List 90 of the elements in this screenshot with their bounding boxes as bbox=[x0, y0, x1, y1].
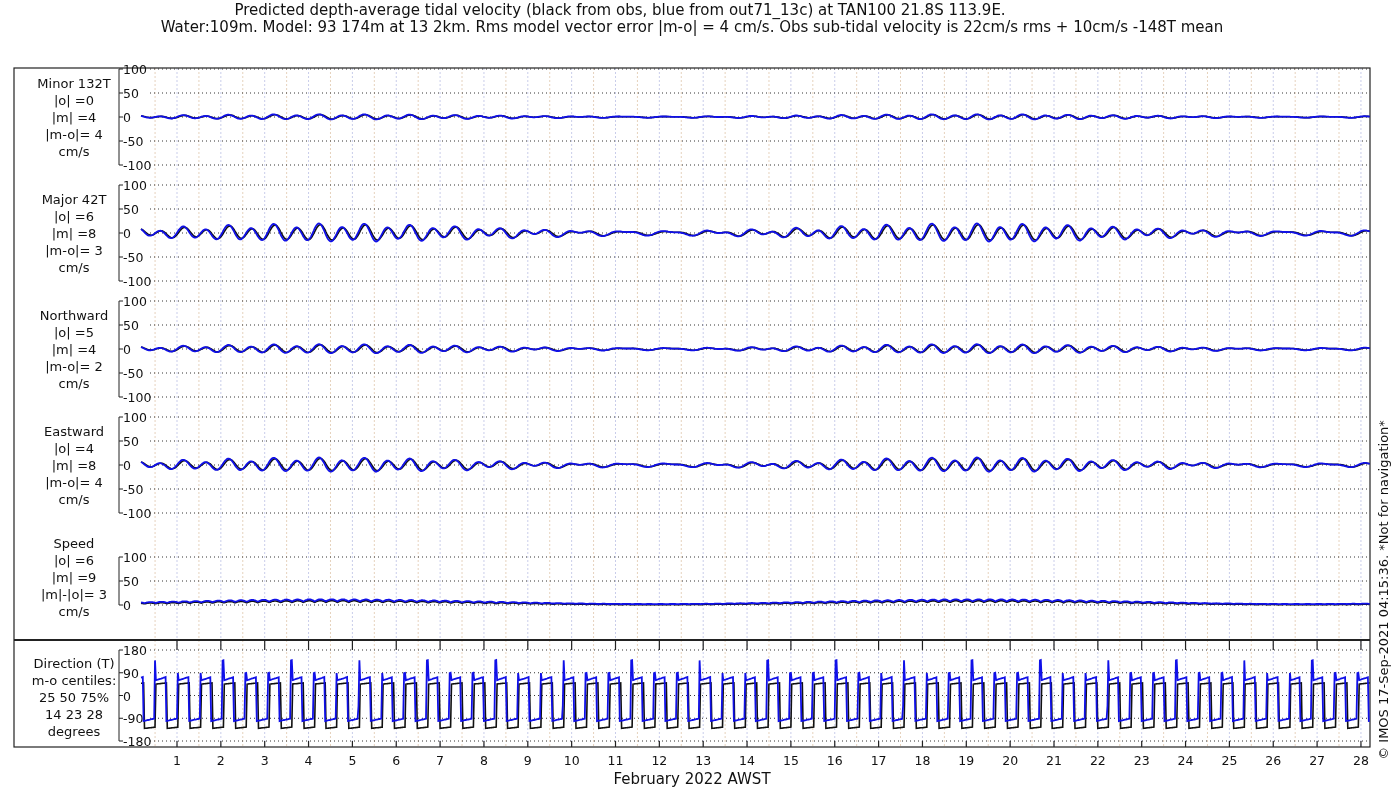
axis-tick-label: 8 bbox=[479, 753, 488, 768]
panel-label: cm/s bbox=[58, 604, 90, 619]
axis-tick-label: 4 bbox=[304, 753, 313, 768]
axis-tick-label: 100 bbox=[123, 294, 147, 309]
panel-label: |m| =4 bbox=[51, 110, 97, 125]
panel-label: |m| =8 bbox=[51, 458, 97, 473]
panel-label: |m-o|= 4 bbox=[45, 475, 103, 490]
panel-label: |m-o|= 2 bbox=[45, 359, 103, 374]
panel-label: |o| =0 bbox=[54, 93, 94, 108]
axis-tick-label: 25 bbox=[1221, 753, 1238, 768]
axis-tick-label: 27 bbox=[1309, 753, 1326, 768]
panel-label: Direction (T) bbox=[33, 656, 115, 671]
axis-tick-label: -180 bbox=[123, 734, 152, 749]
axis-tick-label: -50 bbox=[123, 134, 144, 149]
axis-tick-label: 14 bbox=[739, 753, 755, 768]
axis-tick-label: 19 bbox=[958, 753, 975, 768]
axis-tick-label: 6 bbox=[392, 753, 401, 768]
panel-label: |m-o|= 4 bbox=[45, 127, 103, 142]
axis-tick-label: 15 bbox=[782, 753, 799, 768]
axis-tick-label: -100 bbox=[123, 158, 152, 173]
axis-tick-label: 0 bbox=[123, 688, 131, 704]
axis-tick-label: 100 bbox=[123, 178, 147, 193]
axis-tick-label: 50 bbox=[123, 574, 139, 589]
panel-label: |m| =9 bbox=[51, 570, 97, 585]
panel-label: |o| =4 bbox=[54, 441, 94, 456]
axis-tick-label: 0 bbox=[123, 342, 131, 357]
axis-tick-label: 180 bbox=[123, 643, 147, 658]
axis-tick-label: 9 bbox=[523, 753, 532, 768]
panel-label: 25 50 75% bbox=[38, 690, 110, 705]
panel-label: cm/s bbox=[58, 492, 90, 507]
panel-label: cm/s bbox=[58, 376, 90, 391]
axis-tick-label: 0 bbox=[123, 598, 131, 613]
chart-title: Predicted depth-average tidal velocity (black from obs, blue from out71_13c) at TAN100 21.8S 113.9E. bbox=[234, 1, 1006, 19]
axis-tick-label: 5 bbox=[348, 753, 357, 768]
axis-tick-label: -100 bbox=[123, 506, 152, 521]
panel-label: |m| =8 bbox=[51, 226, 97, 241]
axis-tick-label: 22 bbox=[1089, 753, 1106, 768]
axis-tick-label: 50 bbox=[123, 86, 139, 101]
axis-tick-label: 100 bbox=[123, 550, 147, 565]
axis-tick-label: 20 bbox=[1002, 753, 1019, 768]
axis-tick-label: 28 bbox=[1353, 753, 1369, 768]
panel-label: Eastward bbox=[44, 424, 104, 439]
chart-subtitle: Water:109m. Model: 93 174m at 13 2km. Rms model vector error |m-o| = 4 cm/s. Obs sub-tidal velocity is 22cm/s rms + 10cm/s -148T mean bbox=[160, 18, 1224, 36]
panel-label: m-o centiles: bbox=[31, 673, 117, 688]
copyright-note: © IMOS 17-Sep-2021 04:15:36. *Not for navigation* bbox=[1376, 420, 1391, 760]
axis-tick-label: 0 bbox=[123, 110, 131, 125]
axis-tick-label: 0 bbox=[123, 226, 131, 241]
panel-label: |o| =5 bbox=[54, 325, 94, 340]
axis-tick-label: 18 bbox=[914, 753, 931, 768]
axis-tick-label: -50 bbox=[123, 366, 144, 381]
axis-tick-label: 13 bbox=[695, 753, 712, 768]
panel-label: Minor 132T bbox=[37, 76, 111, 91]
axis-tick-label: 7 bbox=[436, 753, 445, 768]
axis-tick-label: 12 bbox=[651, 753, 668, 768]
y-axis bbox=[118, 556, 124, 606]
panel-label: |o| =6 bbox=[54, 209, 94, 224]
axis-tick-label: 17 bbox=[870, 753, 887, 768]
x-axis-label: February 2022 AWST bbox=[613, 770, 771, 788]
axis-tick-label: -90 bbox=[123, 711, 144, 727]
axis-tick-label: 1 bbox=[173, 753, 181, 768]
axis-tick-label: -50 bbox=[123, 250, 144, 265]
axis-tick-label: -100 bbox=[123, 390, 152, 405]
axis-tick-label: 11 bbox=[607, 753, 624, 768]
axis-tick-label: 3 bbox=[260, 753, 269, 768]
panel-label: degrees bbox=[47, 724, 101, 739]
axis-tick-label: -100 bbox=[123, 274, 152, 289]
axis-tick-label: 24 bbox=[1177, 753, 1194, 768]
axis-tick-label: 50 bbox=[123, 318, 139, 333]
axis-tick-label: 2 bbox=[216, 753, 225, 768]
axis-tick-label: 10 bbox=[563, 753, 580, 768]
axis-tick-label: 90 bbox=[123, 665, 139, 681]
panel-label: 14 23 28 bbox=[45, 707, 103, 722]
axis-tick-label: -50 bbox=[123, 482, 144, 497]
panel-label: |m|-|o|= 3 bbox=[40, 587, 108, 602]
axis-tick-label: 0 bbox=[123, 458, 131, 473]
axis-tick-label: 21 bbox=[1046, 753, 1062, 768]
axis-tick-label: 100 bbox=[123, 410, 147, 425]
panel-label: Major 42T bbox=[41, 192, 107, 207]
axis-tick-label: 26 bbox=[1265, 753, 1282, 768]
axis-tick-label: 50 bbox=[123, 434, 139, 449]
panel-label: Speed bbox=[53, 536, 95, 551]
panel-label: cm/s bbox=[58, 260, 90, 275]
panel-label: cm/s bbox=[58, 144, 90, 159]
panel-label: |o| =6 bbox=[54, 553, 94, 568]
panel-label: |m| =4 bbox=[51, 342, 97, 357]
axis-tick-label: 50 bbox=[123, 202, 139, 217]
axis-tick-label: 23 bbox=[1133, 753, 1150, 768]
axis-tick-label: 16 bbox=[826, 753, 843, 768]
panel-label: Northward bbox=[39, 308, 109, 323]
panel-label: |m-o|= 3 bbox=[45, 243, 103, 258]
